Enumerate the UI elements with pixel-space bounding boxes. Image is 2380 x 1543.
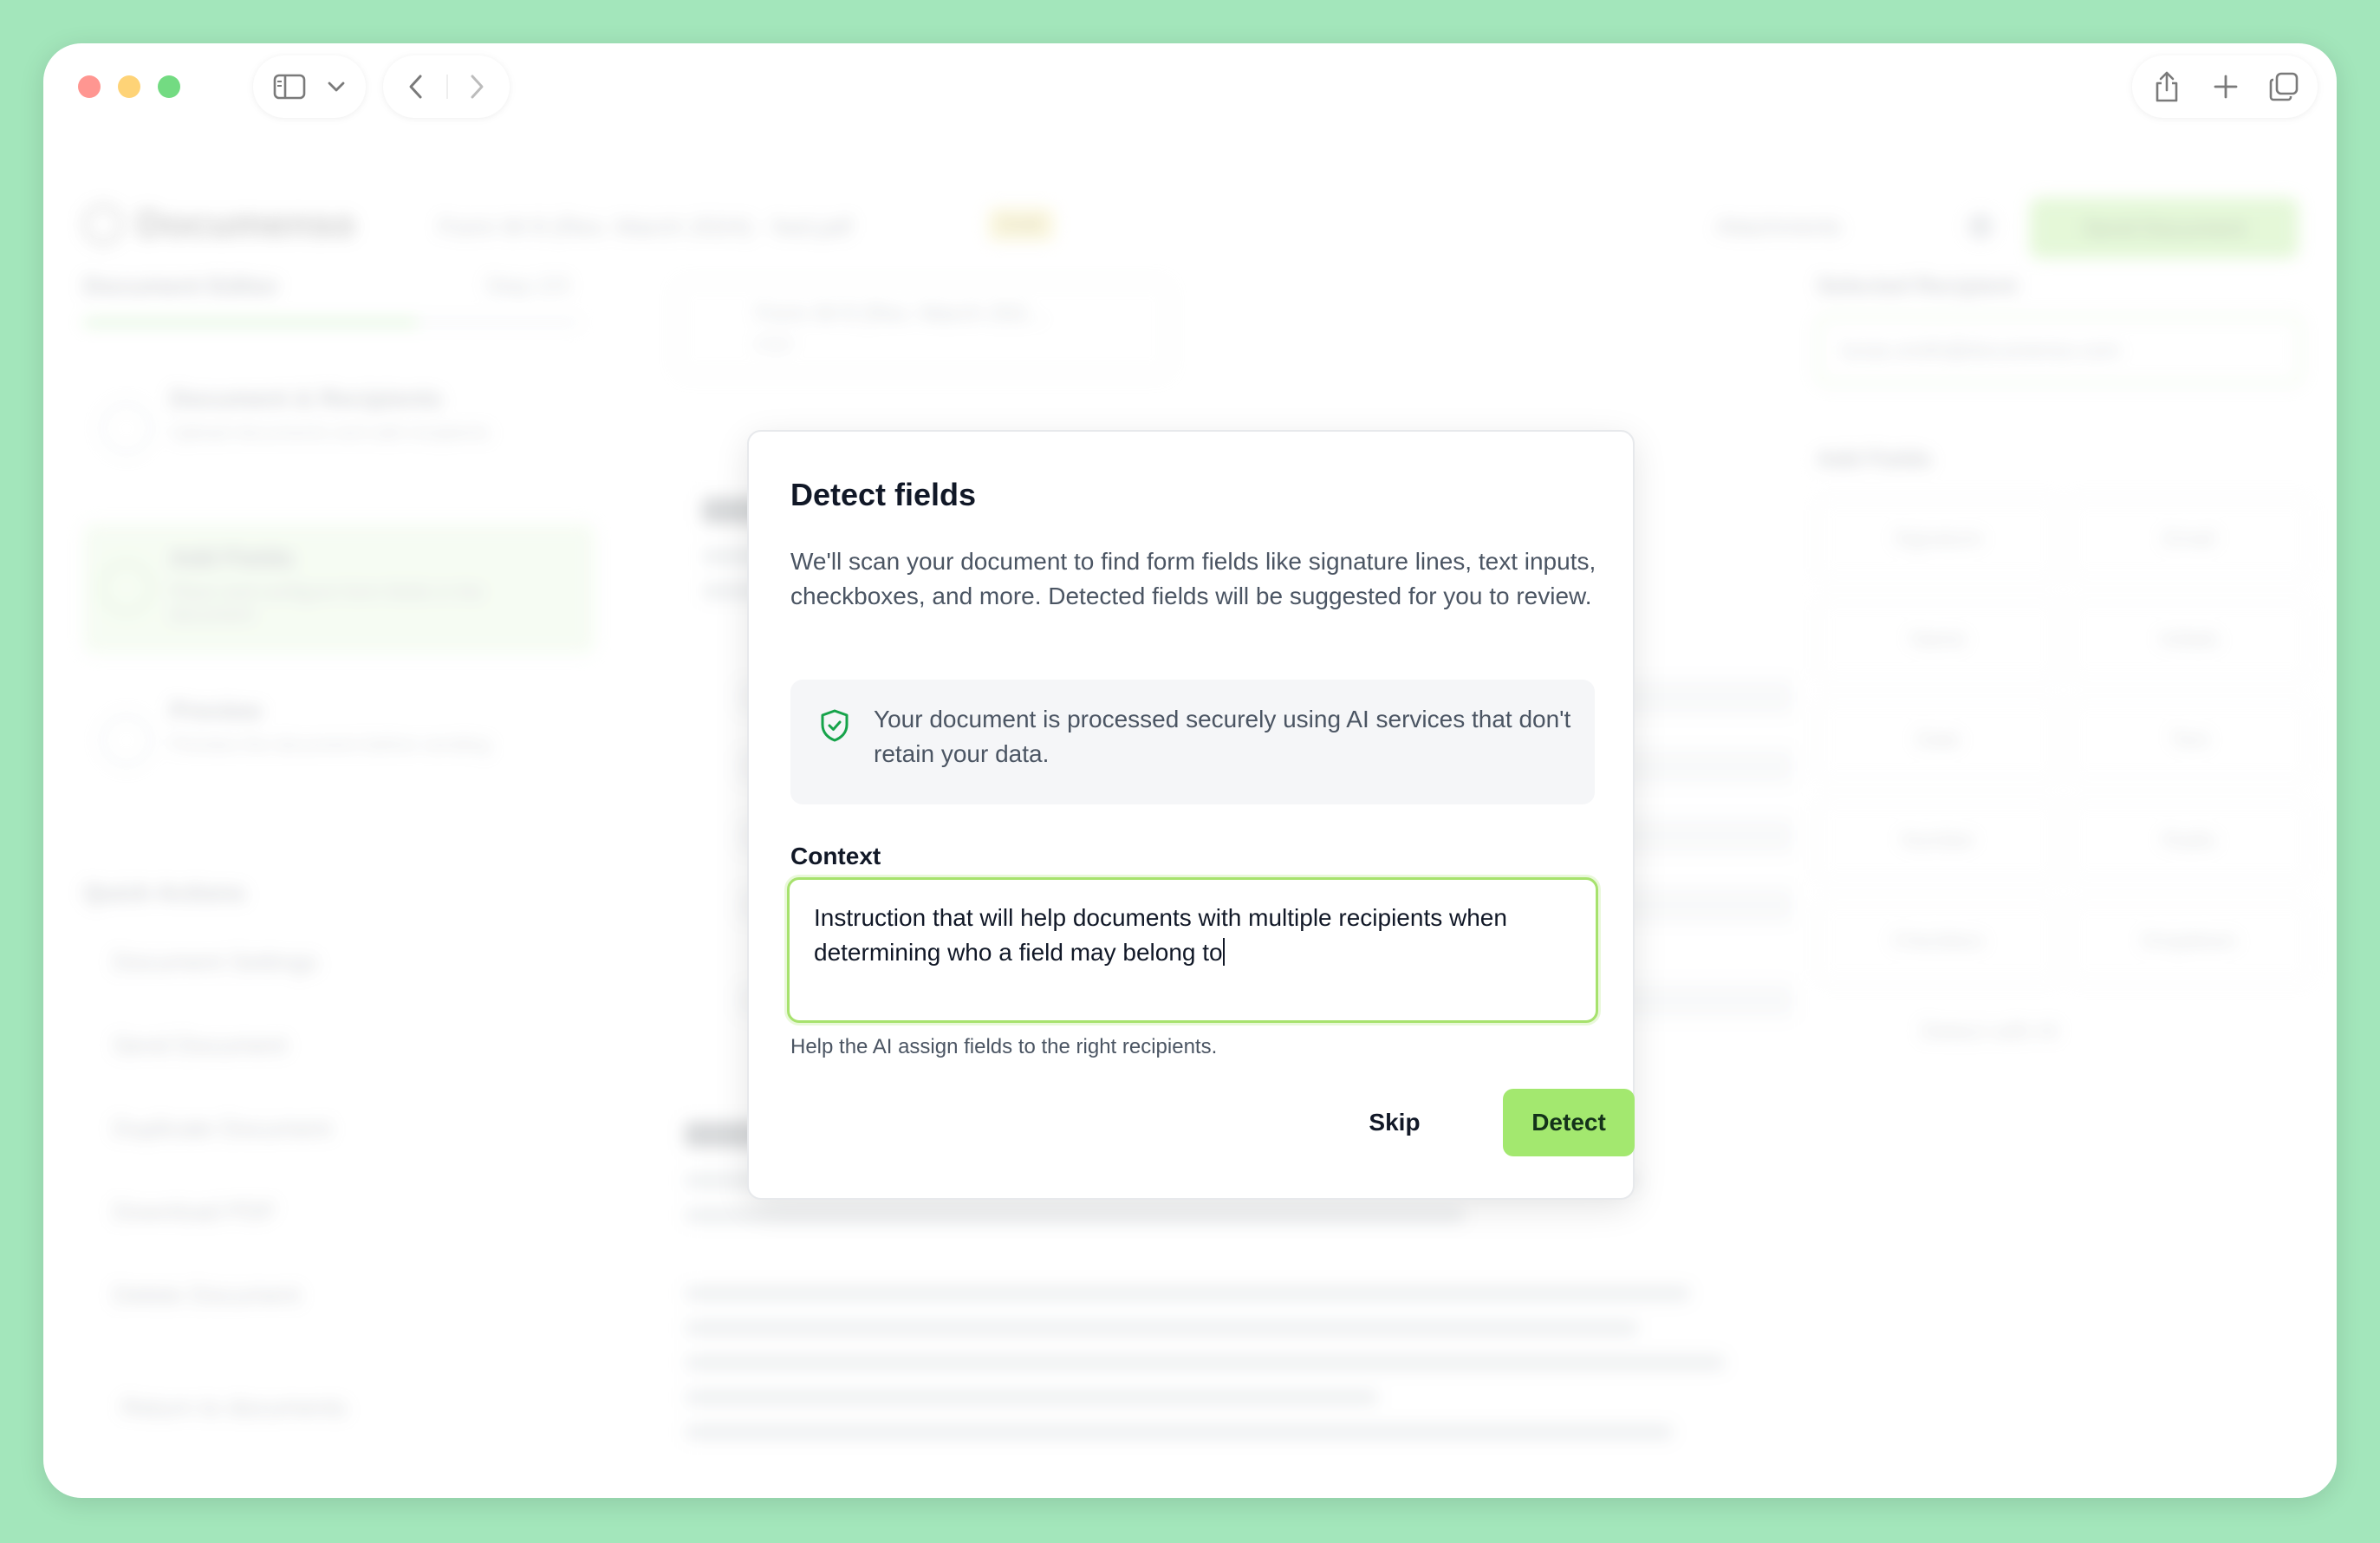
browser-window: Documenso Form W-9 (Rev. March 2024) - f… — [43, 43, 2337, 1498]
detect-button[interactable]: Detect — [1503, 1089, 1635, 1156]
context-textarea-value: Instruction that will help documents wit… — [814, 901, 1577, 970]
detect-fields-dialog: Detect fields We'll scan your document t… — [747, 430, 1635, 1200]
shield-check-icon — [820, 709, 849, 746]
security-notice: Your document is processed securely usin… — [790, 680, 1595, 804]
dialog-title: Detect fields — [790, 477, 977, 512]
context-help-text: Help the AI assign fields to the right r… — [790, 1035, 1218, 1058]
context-textarea[interactable]: Instruction that will help documents wit… — [787, 877, 1598, 1023]
context-label: Context — [790, 843, 881, 869]
text-caret — [1222, 938, 1225, 966]
security-notice-text: Your document is processed securely usin… — [874, 706, 1571, 767]
skip-button[interactable]: Skip — [1347, 1089, 1442, 1156]
dialog-description: We'll scan your document to find form fi… — [790, 548, 1596, 609]
context-value-text: Instruction that will help documents wit… — [814, 904, 1507, 966]
